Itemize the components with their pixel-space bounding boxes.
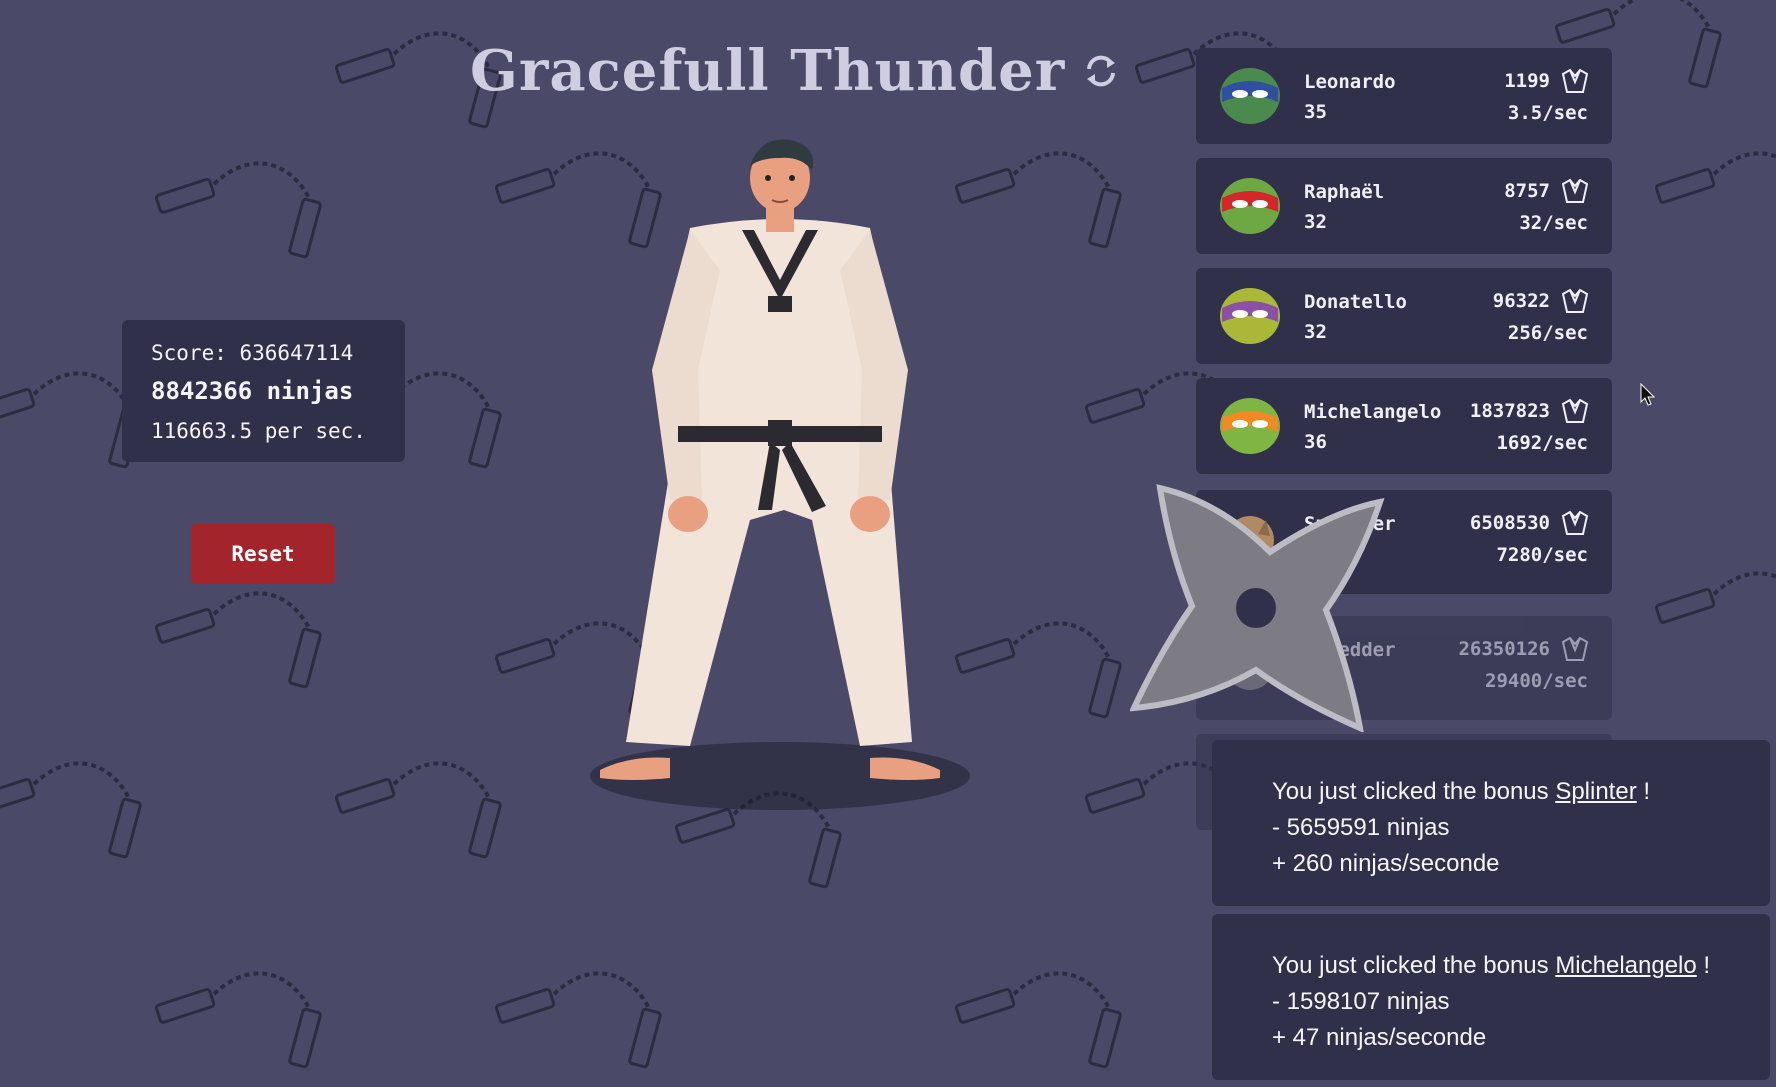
toast-line-2: - 1598107 ninjas xyxy=(1272,988,1450,1015)
bonus-rate: 256/sec xyxy=(1507,322,1588,344)
mouse-cursor-icon xyxy=(1640,383,1656,406)
bonus-level: 32 xyxy=(1304,211,1327,233)
ninjas-per-second: 116663.5 per sec. xyxy=(151,419,366,443)
bonus-level: 32 xyxy=(1304,321,1327,343)
score-text: Score: 636647114 xyxy=(151,341,354,365)
gi-icon xyxy=(1561,68,1589,93)
toast-prefix: You just clicked the bonus xyxy=(1272,778,1556,805)
toast-suffix: ! xyxy=(1636,778,1651,805)
bonus-cost: 96322 xyxy=(1492,290,1550,312)
bonus-card-michelangelo[interactable]: Michelangelo 36 1837823 1692/sec xyxy=(1196,378,1612,474)
bonus-level: 36 xyxy=(1304,431,1327,453)
bonus-toast: You just clicked the bonus Splinter ! - … xyxy=(1212,740,1770,906)
toast-bonus-link[interactable]: Michelangelo xyxy=(1555,952,1696,979)
donatello-avatar-icon xyxy=(1220,288,1280,344)
page-title-text: Gracefull Thunder xyxy=(470,38,1066,104)
toast-line-3: + 47 ninjas/seconde xyxy=(1272,1024,1487,1051)
bonus-rate: 1692/sec xyxy=(1496,432,1588,454)
gi-icon xyxy=(1561,636,1589,661)
bonus-name: Raphaël xyxy=(1304,181,1385,203)
bonus-name: Leonardo xyxy=(1304,71,1396,93)
bonus-cost: 26350126 xyxy=(1458,638,1550,660)
bonus-card-donatello[interactable]: Donatello 32 96322 256/sec xyxy=(1196,268,1612,364)
bonus-cost: 1199 xyxy=(1504,70,1550,92)
toast-line-3: + 260 ninjas/seconde xyxy=(1272,850,1500,877)
bonus-toast: You just clicked the bonus Michelangelo … xyxy=(1212,914,1770,1080)
score-panel: Score: 636647114 8842366 ninjas 116663.5… xyxy=(122,320,405,462)
bonus-card-raphael[interactable]: Raphaël 32 8757 32/sec xyxy=(1196,158,1612,254)
refresh-icon[interactable] xyxy=(1081,51,1121,91)
gi-icon xyxy=(1561,510,1589,535)
bonus-name: Donatello xyxy=(1304,291,1407,313)
gi-icon xyxy=(1561,178,1589,203)
bonus-rate: 32/sec xyxy=(1519,212,1588,234)
bonus-rate: 7280/sec xyxy=(1496,544,1588,566)
toast-suffix: ! xyxy=(1696,952,1711,979)
bonus-cost: 8757 xyxy=(1504,180,1550,202)
toast-bonus-link[interactable]: Splinter xyxy=(1555,778,1636,805)
toast-prefix: You just clicked the bonus xyxy=(1272,952,1556,979)
toast-line-1: You just clicked the bonus Michelangelo … xyxy=(1272,948,1770,984)
bonus-rate: 29400/sec xyxy=(1485,670,1588,692)
michelangelo-avatar-icon xyxy=(1220,398,1280,454)
reset-button[interactable]: Reset xyxy=(191,524,335,584)
gi-icon xyxy=(1561,398,1589,423)
ninjas-count: 8842366 ninjas xyxy=(151,377,354,405)
gi-icon xyxy=(1561,288,1589,313)
raphael-avatar-icon xyxy=(1220,178,1280,234)
toast-line-1: You just clicked the bonus Splinter ! xyxy=(1272,774,1770,810)
bonus-name: Michelangelo xyxy=(1304,401,1442,423)
bonus-cost: 1837823 xyxy=(1469,400,1550,422)
bonus-cost: 6508530 xyxy=(1469,512,1550,534)
bonus-level: 35 xyxy=(1304,101,1327,123)
bonus-rate: 3.5/sec xyxy=(1507,102,1588,124)
shuriken-icon[interactable] xyxy=(1130,482,1390,732)
page-title: Gracefull Thunder xyxy=(470,38,1121,104)
toast-line-2: - 5659591 ninjas xyxy=(1272,814,1450,841)
ninja-click-target[interactable] xyxy=(560,130,1000,830)
leonardo-avatar-icon xyxy=(1220,68,1280,124)
bonus-card-leonardo[interactable]: Leonardo 35 1199 3.5/sec xyxy=(1196,48,1612,144)
